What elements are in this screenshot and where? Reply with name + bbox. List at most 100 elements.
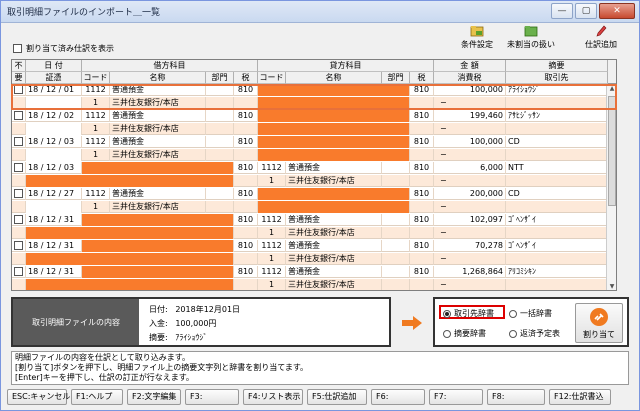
table-row[interactable]: 18 / 12 / 01 1112 普通預金 810 810 100,000 ｱﾗｲｼｮｳｼ… — [12, 84, 608, 96]
debit-missing-cell[interactable] — [26, 175, 234, 187]
cell-ctax: 810 — [410, 162, 434, 174]
table-row[interactable]: 18 / 12 / 31 810 1112 普通預金 810 70,278 ｺﾞﾍﾝｻﾞｲ — [12, 240, 608, 252]
debit-missing-cell[interactable] — [26, 227, 234, 239]
row-checkbox[interactable] — [14, 111, 23, 120]
table-row[interactable]: 18 / 12 / 31 810 1112 普通預金 810 102,097 ｺﾞﾍﾝｻﾞｲ — [12, 214, 608, 226]
function-key-10[interactable]: F12:仕訳書込 — [549, 389, 611, 405]
function-key-5[interactable]: F4:リスト表示 — [243, 389, 303, 405]
row-select-cell[interactable] — [12, 214, 26, 226]
credit-missing-cell[interactable] — [258, 201, 410, 213]
bulk-dict-radio[interactable] — [509, 309, 517, 318]
credit-missing-cell[interactable] — [258, 136, 410, 148]
table-row[interactable]: 18 / 12 / 31 810 1112 普通預金 810 1,268,864 ｱﾘｺﾐｼ… — [12, 266, 608, 278]
table-row[interactable]: 18 / 12 / 27 1112 普通預金 810 810 200,000 CD — [12, 188, 608, 200]
partner-dict-option[interactable]: 取引先辞書 — [443, 308, 494, 319]
cell-partner: ｱﾘｺﾐｼｷﾝ — [506, 266, 608, 278]
row-checkbox[interactable] — [14, 215, 23, 224]
credit-missing-cell[interactable] — [258, 97, 410, 109]
row-checkbox[interactable] — [14, 85, 23, 94]
function-key-4[interactable]: F3: — [185, 389, 239, 405]
table-row[interactable]: 18 / 12 / 02 1112 普通預金 810 810 199,460 ｱｻﾋｼﾞｯｻ… — [12, 110, 608, 122]
repay-schedule-label: 返済予定表 — [520, 329, 560, 338]
row-select-cell[interactable] — [12, 240, 26, 252]
bulk-dict-option[interactable]: 一括辞書 — [509, 308, 552, 319]
row-checkbox[interactable] — [14, 241, 23, 250]
cell-amount: − — [434, 227, 506, 239]
row-checkbox[interactable] — [14, 267, 23, 276]
table-row[interactable]: 18 / 12 / 03 810 1112 普通預金 810 6,000 NTT — [12, 162, 608, 174]
table-row-sub[interactable]: 1 三井住友銀行/本店 − — [12, 123, 608, 135]
header-noreq-bot: 要 — [12, 72, 26, 84]
cell-dcode: 1 — [82, 97, 110, 109]
scroll-up-icon[interactable]: ▲ — [607, 84, 616, 94]
function-key-3[interactable]: F2:文字編集 — [127, 389, 181, 405]
show-assigned-checkbox[interactable] — [13, 44, 22, 53]
function-key-9[interactable]: F8: — [487, 389, 545, 405]
add-entry-button[interactable]: 仕訳追加 — [577, 25, 625, 53]
title-bar: 取引明細ファイルのインポート＿一覧 — ▢ ✕ — [1, 1, 639, 23]
table-row-sub[interactable]: 1 三井住友銀行/本店 − — [12, 97, 608, 109]
credit-missing-cell[interactable] — [258, 84, 410, 96]
row-select-cell[interactable] — [12, 162, 26, 174]
cell-partner — [506, 253, 608, 265]
cell-amount: − — [434, 279, 506, 290]
row-select-cell[interactable] — [12, 266, 26, 278]
cell-partner — [506, 201, 608, 213]
help-line-2: [割り当て]ボタンを押下し、明細ファイル上の摘要文字列と辞書を割り当てます。 — [15, 363, 309, 372]
row-select-cell[interactable] — [12, 84, 26, 96]
repay-schedule-option[interactable]: 返済予定表 — [509, 328, 560, 339]
debit-missing-cell[interactable] — [82, 162, 234, 174]
debit-missing-cell[interactable] — [26, 253, 234, 265]
cell-dname: 普通預金 — [110, 84, 206, 96]
function-key-7[interactable]: F6: — [371, 389, 425, 405]
cell-dtax: 810 — [234, 240, 258, 252]
condition-settings-button[interactable]: 条件設定 — [453, 25, 501, 53]
repay-schedule-radio[interactable] — [509, 329, 517, 338]
debit-missing-cell[interactable] — [82, 214, 234, 226]
row-checkbox[interactable] — [14, 137, 23, 146]
row-select-cell[interactable] — [12, 136, 26, 148]
cell-dcode: 1112 — [82, 110, 110, 122]
table-row-sub[interactable]: 1 三井住友銀行/本店 − — [12, 201, 608, 213]
scroll-thumb[interactable] — [608, 96, 616, 206]
unassigned-handling-button[interactable]: 未割当の扱い — [507, 25, 555, 53]
debit-missing-cell[interactable] — [82, 240, 234, 252]
function-key-2[interactable]: F1:ヘルプ — [71, 389, 123, 405]
cell-partner: CD — [506, 188, 608, 200]
table-row[interactable]: 18 / 12 / 03 1112 普通預金 810 810 100,000 CD — [12, 136, 608, 148]
table-row-sub[interactable]: 1 三井住友銀行/本店 − — [12, 227, 608, 239]
credit-missing-cell[interactable] — [258, 188, 410, 200]
row-checkbox[interactable] — [14, 163, 23, 172]
cell-date — [26, 97, 82, 109]
cell-partner — [506, 175, 608, 187]
cell-cname: 普通預金 — [286, 240, 382, 252]
scroll-down-icon[interactable]: ▼ — [607, 282, 616, 290]
function-key-8[interactable]: F7: — [429, 389, 483, 405]
partner-dict-radio[interactable] — [443, 309, 451, 318]
close-button[interactable]: ✕ — [599, 3, 635, 19]
info-amount-value: 100,000円 — [175, 319, 217, 328]
credit-missing-cell[interactable] — [258, 123, 410, 135]
table-row-sub[interactable]: 1 三井住友銀行/本店 − — [12, 175, 608, 187]
assign-button[interactable]: 割り当て — [575, 303, 623, 343]
minimize-button[interactable]: — — [551, 3, 573, 19]
show-assigned-toggle[interactable]: 割り当て済み仕訳を表示 — [13, 43, 114, 54]
function-key-6[interactable]: F5:仕訳追加 — [307, 389, 367, 405]
credit-missing-cell[interactable] — [258, 110, 410, 122]
vertical-scrollbar[interactable]: ▲ ▼ — [606, 84, 616, 290]
row-select-cell[interactable] — [12, 188, 26, 200]
debit-missing-cell[interactable] — [26, 279, 234, 290]
table-row-sub[interactable]: 1 三井住友銀行/本店 − — [12, 253, 608, 265]
debit-missing-cell[interactable] — [82, 266, 234, 278]
function-key-1[interactable]: ESC:キャンセル — [7, 389, 70, 405]
summary-dict-radio[interactable] — [443, 329, 451, 338]
cell-ctax — [410, 123, 434, 135]
table-row-sub[interactable]: 1 三井住友銀行/本店 − — [12, 279, 608, 290]
table-row-sub[interactable]: 1 三井住友銀行/本店 − — [12, 149, 608, 161]
row-checkbox[interactable] — [14, 189, 23, 198]
cell-amount: 102,097 — [434, 214, 506, 226]
maximize-button[interactable]: ▢ — [575, 3, 597, 19]
summary-dict-option[interactable]: 摘要辞書 — [443, 328, 486, 339]
row-select-cell[interactable] — [12, 110, 26, 122]
credit-missing-cell[interactable] — [258, 149, 410, 161]
